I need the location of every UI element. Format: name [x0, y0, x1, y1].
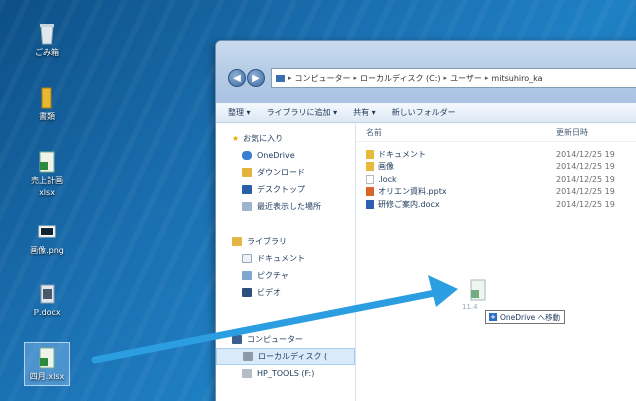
excel-file-icon [36, 346, 58, 370]
column-header-row: 名前 更新日時 [356, 124, 636, 142]
column-header-date[interactable]: 更新日時 [556, 127, 588, 138]
file-list[interactable]: 名前 更新日時 ドキュメント 2014/12/25 19 画像 2014/12/… [356, 124, 636, 401]
desktop-icon-image[interactable]: 画像.png [24, 220, 70, 256]
window-content: ★ お気に入り OneDrive ダウンロード デスクトップ 最近表示した場所 [216, 124, 636, 401]
video-icon [242, 288, 252, 297]
nav-local-disk[interactable]: ローカルディスク ( [216, 348, 355, 365]
breadcrumb-local-disk[interactable]: ローカルディスク (C:) [360, 73, 441, 84]
drag-ghost-label: 11.4 [462, 303, 478, 311]
nav-downloads[interactable]: ダウンロード [216, 164, 355, 181]
word-file-icon [36, 282, 58, 306]
drag-ghost-icon [467, 278, 489, 302]
new-folder-button[interactable]: 新しいフォルダー [392, 107, 456, 118]
include-library-button[interactable]: ライブラリに追加 ▾ [267, 107, 338, 118]
recent-places-icon [242, 202, 252, 211]
nav-documents[interactable]: ドキュメント [216, 250, 355, 267]
command-bar: 整理 ▾ ライブラリに追加 ▾ 共有 ▾ 新しいフォルダー [216, 103, 636, 123]
organize-button[interactable]: 整理 ▾ [228, 107, 251, 118]
nav-onedrive[interactable]: OneDrive [216, 147, 355, 164]
nav-computer[interactable]: コンピューター [216, 331, 355, 348]
breadcrumb-separator-icon: ▸ [443, 74, 448, 82]
desktop-icon-recycle-bin[interactable]: ごみ箱 [24, 22, 70, 58]
breadcrumb-users[interactable]: ユーザー [450, 73, 482, 84]
share-button[interactable]: 共有 ▾ [353, 107, 376, 118]
drive-icon [242, 369, 252, 378]
drag-tooltip: + OneDrive へ移動 [485, 310, 566, 324]
nav-recent[interactable]: 最近表示した場所 [216, 198, 355, 215]
excel-file-icon [36, 150, 58, 174]
file-row[interactable]: 研修ご案内.docx 2014/12/25 19 [356, 198, 636, 211]
folder-icon [366, 162, 374, 172]
file-row[interactable]: ドキュメント 2014/12/25 19 [356, 148, 636, 161]
nav-pictures[interactable]: ピクチャ [216, 267, 355, 284]
breadcrumb-separator-icon: ▸ [353, 74, 358, 82]
desktop-icon [242, 185, 252, 194]
file-row[interactable]: 画像 2014/12/25 19 [356, 161, 636, 174]
nav-libraries[interactable]: ライブラリ [216, 233, 355, 250]
address-bar[interactable]: ▸ コンピューター ▸ ローカルディスク (C:) ▸ ユーザー ▸ mitsu… [271, 68, 636, 88]
arrow-left-icon: ◀ [233, 72, 241, 84]
desktop-icon-document[interactable]: ℙ.docx [24, 282, 70, 318]
folder-icon [36, 86, 58, 110]
folder-icon [366, 149, 374, 159]
star-icon: ★ [232, 134, 240, 143]
picture-icon [242, 271, 252, 280]
nav-desktop[interactable]: デスクトップ [216, 181, 355, 198]
breadcrumb-user-folder[interactable]: mitsuhiro_ka [491, 74, 542, 83]
desktop-icon-sales-plan[interactable]: 売上計画 xlsx [24, 150, 70, 198]
window-title-area: ◀ ▶ ▸ コンピューター ▸ ローカルディスク (C:) ▸ ユーザー ▸ m… [216, 41, 636, 103]
hard-drive-icon [243, 352, 253, 361]
image-file-icon [36, 220, 58, 244]
library-icon [232, 237, 242, 246]
breadcrumb-separator-icon: ▸ [288, 74, 292, 82]
explorer-window[interactable]: ◀ ▶ ▸ コンピューター ▸ ローカルディスク (C:) ▸ ユーザー ▸ m… [215, 40, 636, 401]
navigation-pane[interactable]: ★ お気に入り OneDrive ダウンロード デスクトップ 最近表示した場所 [216, 124, 356, 401]
file-row[interactable]: オリエン資料.pptx 2014/12/25 19 [356, 186, 636, 199]
document-icon [242, 254, 252, 263]
arrow-right-icon: ▶ [252, 72, 260, 84]
back-button[interactable]: ◀ [228, 69, 246, 87]
nav-favorites[interactable]: ★ お気に入り [216, 130, 355, 147]
blank-file-icon [366, 174, 374, 184]
powerpoint-file-icon [366, 187, 374, 197]
cloud-icon [242, 151, 252, 160]
word-file-icon [366, 199, 374, 209]
forward-button[interactable]: ▶ [247, 69, 265, 87]
file-row[interactable]: .lock 2014/12/25 19 [356, 173, 636, 186]
computer-icon [232, 335, 242, 344]
desktop-icon-folder[interactable]: 書類 [24, 86, 70, 122]
breadcrumb-computer[interactable]: コンピューター [295, 73, 351, 84]
plus-icon: + [489, 313, 497, 321]
column-header-name[interactable]: 名前 [356, 127, 556, 138]
nav-hp-tools[interactable]: HP_TOOLS (F:) [216, 365, 355, 382]
desktop-icon-april[interactable]: 四月.xlsx [24, 342, 70, 386]
download-icon [242, 168, 252, 177]
recycle-bin-icon [36, 22, 58, 46]
computer-icon [276, 74, 285, 82]
nav-videos[interactable]: ビデオ [216, 284, 355, 301]
breadcrumb-separator-icon: ▸ [484, 74, 489, 82]
